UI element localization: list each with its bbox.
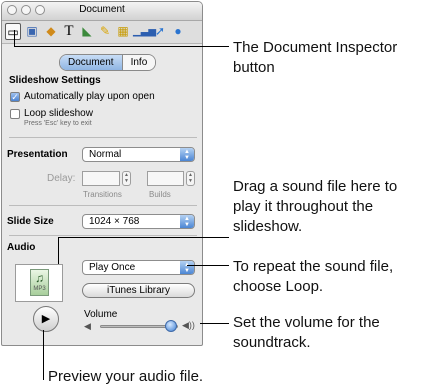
music-note-icon: ♫ <box>35 271 44 285</box>
callout-line-inspector <box>14 30 15 47</box>
annotation-line: Set the volume for the <box>233 314 380 331</box>
annotation-repeat: To repeat the sound file, choose Loop. <box>233 257 393 297</box>
autoplay-checkbox[interactable]: ✓ <box>10 92 20 102</box>
slide-inspector-icon[interactable]: ▣ <box>24 23 40 40</box>
slide-size-label: Slide Size <box>7 216 54 227</box>
loop-hint: Press 'Esc' key to exit <box>24 120 92 127</box>
annotation-volume: Set the volume for the soundtrack. <box>233 313 380 353</box>
callout-line-repeat <box>187 265 229 266</box>
metrics-inspector-icon[interactable]: ✎ <box>97 23 113 40</box>
slide-size-popup[interactable]: 1024 × 768 ▲ ▼ <box>82 214 195 229</box>
transitions-label: Transitions <box>83 190 122 199</box>
text-inspector-icon[interactable]: T <box>61 23 77 40</box>
popup-arrows-icon: ▲▼ <box>180 261 194 274</box>
annotation-line: To repeat the sound file, <box>233 258 394 275</box>
volume-label: Volume <box>84 309 118 320</box>
chart-inspector-icon[interactable]: ▁▃▅ <box>133 23 156 40</box>
callout-line-inspector-h <box>14 46 229 47</box>
callout-line-drop-v <box>58 237 59 264</box>
loop-checkbox[interactable] <box>10 109 20 119</box>
slideshow-settings-heading: Slideshow Settings <box>9 75 101 86</box>
annotation-line: button <box>233 59 275 76</box>
builds-delay-field[interactable] <box>147 171 184 186</box>
tab-info[interactable]: Info <box>121 55 156 70</box>
play-preview-button[interactable]: ▶ <box>33 306 59 332</box>
callout-line-volume <box>200 323 229 324</box>
annotation-drag-sound: Drag a sound file here to play it throug… <box>233 177 397 237</box>
volume-low-icon: ◀ <box>84 321 91 331</box>
hyperlink-inspector-icon[interactable]: ➚ <box>152 23 168 40</box>
annotation-line: play it throughout the <box>233 198 374 215</box>
annotation-line: Drag a sound file here to <box>233 178 398 195</box>
repeat-value: Play Once <box>89 262 136 273</box>
presentation-label: Presentation <box>7 149 68 160</box>
autoplay-label: Automatically play upon open <box>24 91 155 102</box>
presentation-popup[interactable]: Normal ▲ ▼ <box>82 147 195 162</box>
builds-label: Builds <box>149 190 171 199</box>
quicktime-inspector-icon[interactable]: ● <box>170 23 186 40</box>
title-bar: Document <box>2 2 202 21</box>
tab-document[interactable]: Document <box>60 55 122 70</box>
annotation-preview: Preview your audio file. <box>48 368 204 385</box>
annotation-line: The Document Inspector <box>233 39 398 56</box>
itunes-library-button[interactable]: iTunes Library <box>82 283 195 298</box>
annotation-line: slideshow. <box>233 218 303 235</box>
divider <box>9 137 197 138</box>
callout-line-preview <box>43 330 44 380</box>
repeat-popup[interactable]: Play Once ▲▼ <box>82 260 195 275</box>
divider <box>9 205 197 206</box>
volume-high-icon: ◀)) <box>182 320 195 330</box>
document-inspector-window: Document ▭ ▣ ◆ T ◣ ✎ ▦ ▁▃▅ ➚ ● Document … <box>1 1 203 346</box>
callout-line-drop-h <box>58 237 229 238</box>
presentation-value: Normal <box>89 149 122 160</box>
popup-arrows-icon: ▲▼ <box>180 148 194 161</box>
table-inspector-icon[interactable]: ▦ <box>115 23 131 40</box>
inspector-tab-control: Document Info <box>59 54 157 71</box>
delay-label: Delay: <box>47 173 76 184</box>
annotation-line: soundtrack. <box>233 334 311 351</box>
annotation-inspector-button: The Document Inspector button <box>233 38 397 78</box>
builds-delay-stepper[interactable]: ▲ ▼ <box>186 171 195 186</box>
audio-file-icon: ♫ MP3 <box>30 269 49 296</box>
build-inspector-icon[interactable]: ◆ <box>43 23 59 40</box>
loop-label: Loop slideshow <box>24 108 93 119</box>
window-title: Document <box>79 4 125 15</box>
inspector-toolbar: ▭ ▣ ◆ T ◣ ✎ ▦ ▁▃▅ ➚ ● <box>2 21 202 44</box>
popup-arrows-icon: ▲▼ <box>180 215 194 228</box>
divider <box>9 235 197 236</box>
audio-drop-well[interactable]: ♫ MP3 <box>15 264 63 302</box>
slide-size-value: 1024 × 768 <box>89 216 140 227</box>
transitions-delay-field[interactable] <box>82 171 120 186</box>
volume-slider-thumb[interactable] <box>165 320 177 332</box>
document-inspector-icon[interactable]: ▭ <box>5 23 21 40</box>
audio-heading: Audio <box>7 242 36 253</box>
transitions-delay-stepper[interactable]: ▲ ▼ <box>122 171 131 186</box>
annotation-line: choose Loop. <box>233 278 324 295</box>
file-badge: MP3 <box>33 286 46 292</box>
graphic-inspector-icon[interactable]: ◣ <box>79 23 95 40</box>
